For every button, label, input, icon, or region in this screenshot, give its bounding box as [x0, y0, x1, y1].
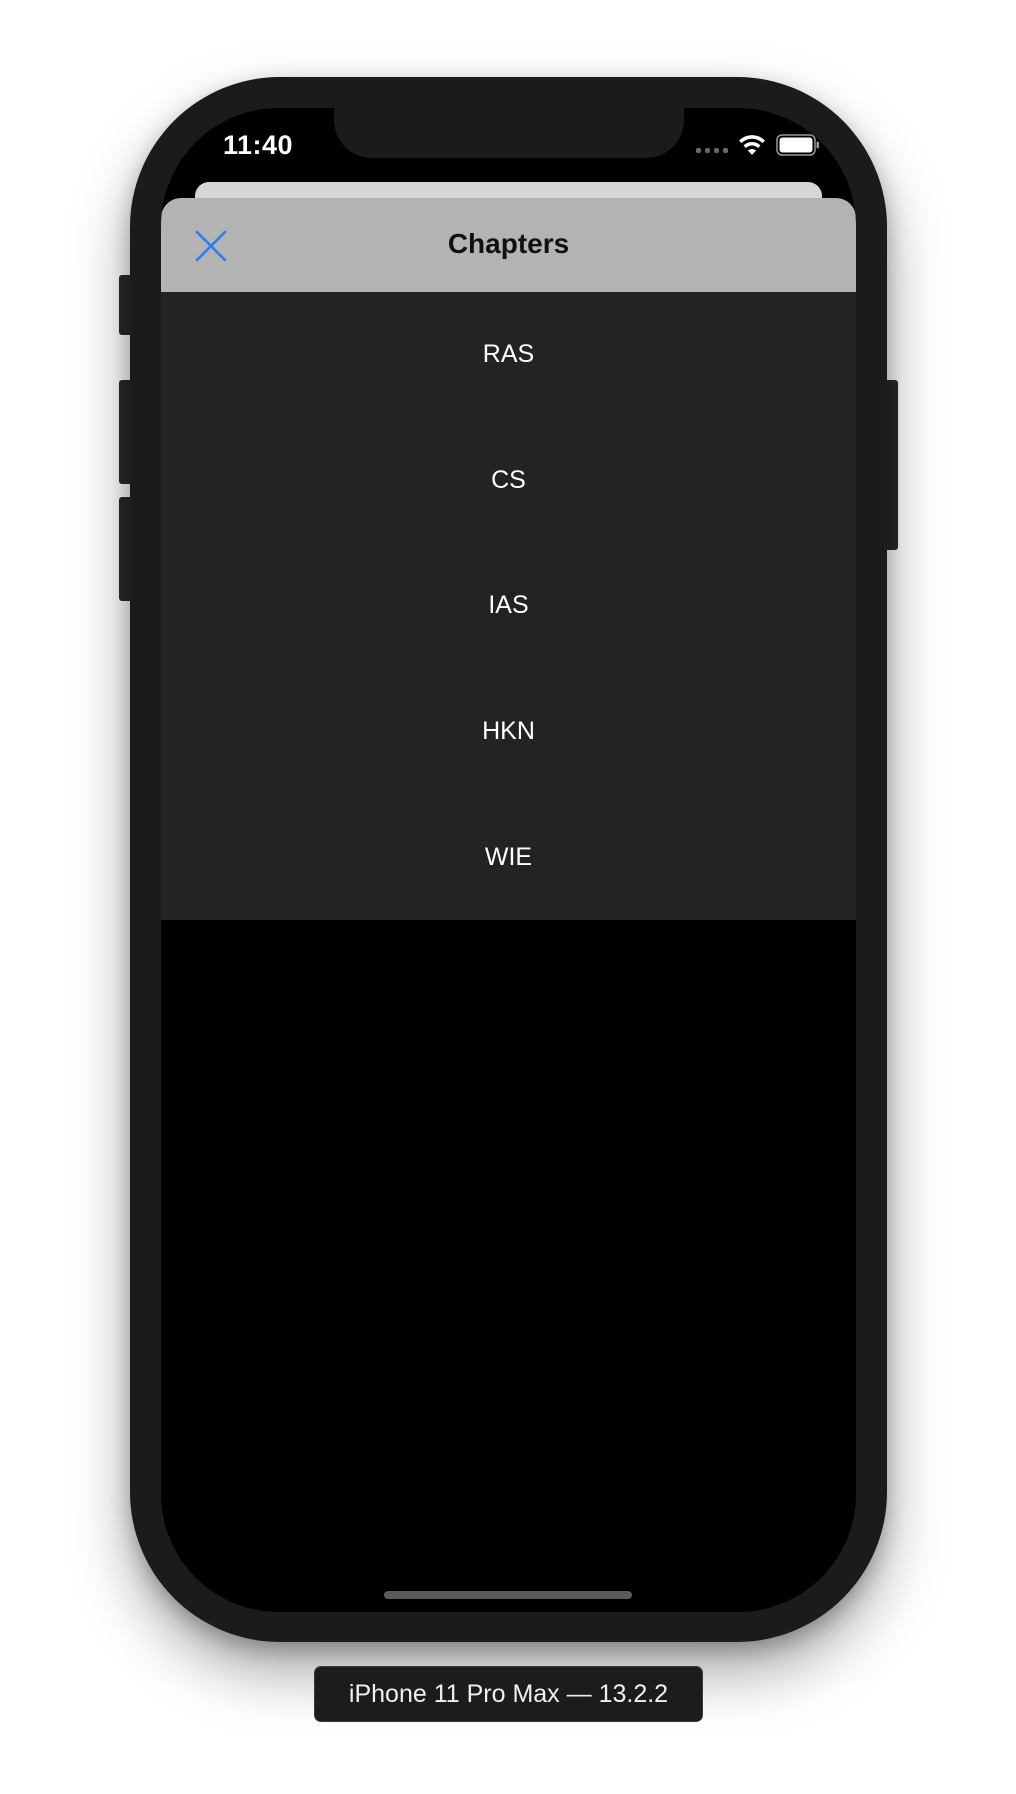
list-item-label: CS	[491, 465, 526, 494]
list-item-label: WIE	[484, 842, 533, 871]
home-indicator[interactable]	[384, 1591, 632, 1599]
cellular-signal-icon	[696, 147, 728, 153]
list-item-label: IAS	[488, 591, 529, 620]
device-screen: 11:40 Chapters RAS CS IAS HKN WIE	[161, 108, 856, 1612]
list-item-hkn[interactable]: HKN	[161, 669, 856, 795]
list-item-cs[interactable]: CS	[161, 418, 856, 544]
wifi-icon	[738, 134, 766, 156]
list-item-ras[interactable]: RAS	[161, 292, 856, 418]
device-label: iPhone 11 Pro Max — 13.2.2	[314, 1666, 703, 1722]
status-time: 11:40	[223, 130, 294, 160]
list-item-label: RAS	[482, 340, 535, 369]
battery-icon	[776, 134, 820, 156]
navigation-bar: Chapters	[161, 198, 856, 292]
notch	[334, 108, 684, 158]
list-item-wie[interactable]: WIE	[161, 794, 856, 920]
simulator-stage: 11:40 Chapters RAS CS IAS HKN WIE iPhone…	[0, 0, 1016, 1794]
page-title: Chapters	[447, 228, 570, 259]
list-item-ias[interactable]: IAS	[161, 543, 856, 669]
chapters-sheet: Chapters RAS CS IAS HKN WIE	[161, 198, 856, 930]
list-item-label: HKN	[482, 717, 535, 746]
status-icons	[696, 134, 820, 156]
chapters-list: RAS CS IAS HKN WIE	[161, 292, 856, 920]
